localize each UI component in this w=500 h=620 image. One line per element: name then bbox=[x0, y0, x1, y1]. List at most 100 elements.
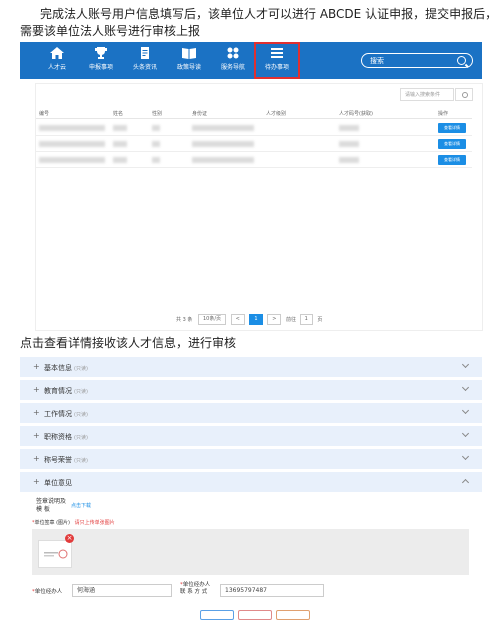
redacted-cell bbox=[192, 141, 254, 147]
accordion-note: (只读) bbox=[74, 366, 88, 372]
accordion-basic-info[interactable]: + 基本信息 (只读) bbox=[20, 357, 482, 378]
accordion-note: (只读) bbox=[74, 412, 88, 418]
action-button[interactable] bbox=[276, 610, 310, 620]
redacted-cell bbox=[39, 125, 105, 131]
plus-icon: + bbox=[33, 385, 40, 394]
seal-label: 单位签章 (图片) bbox=[34, 520, 71, 526]
action-button[interactable] bbox=[238, 610, 272, 620]
accordion-note: (只读) bbox=[74, 389, 88, 395]
plus-icon: + bbox=[33, 408, 40, 417]
chevron-down-icon bbox=[461, 429, 470, 438]
table-search-button[interactable] bbox=[455, 88, 473, 101]
chevron-down-icon bbox=[461, 406, 470, 415]
accordion-note: (只读) bbox=[74, 458, 88, 464]
redacted-cell bbox=[339, 141, 359, 147]
pagination: 共 3 条 10条/页 < 1 > 前往 1 页 bbox=[176, 314, 322, 325]
col-gender: 性别 bbox=[152, 111, 163, 117]
accordion-work[interactable]: + 工作情况 (只读) bbox=[20, 403, 482, 424]
accordion-education[interactable]: + 教育情况 (只读) bbox=[20, 380, 482, 401]
view-details-button[interactable]: 查看详情 bbox=[438, 123, 466, 133]
seal-upload-area[interactable] bbox=[32, 529, 469, 575]
redacted-cell bbox=[339, 125, 359, 131]
col-name: 姓名 bbox=[113, 111, 124, 117]
col-code: 人才码号(获取) bbox=[339, 111, 373, 117]
home-icon bbox=[50, 47, 64, 59]
table-row: 查看详情 bbox=[36, 121, 472, 136]
document-icon bbox=[141, 47, 149, 59]
table-row: 查看详情 bbox=[36, 137, 472, 152]
nav-item-todo[interactable]: 待办事项 bbox=[254, 42, 300, 79]
goto-page-input[interactable]: 1 bbox=[299, 314, 313, 325]
redacted-cell bbox=[192, 125, 254, 131]
nav-search-placeholder: 搜索 bbox=[370, 57, 384, 65]
nav-item-apply[interactable]: 申报事项 bbox=[82, 44, 120, 77]
accordion-title-qualification[interactable]: + 职称资格 (只读) bbox=[20, 426, 482, 447]
chevron-down-icon bbox=[461, 383, 470, 392]
nav-label: 政策导读 bbox=[176, 64, 201, 71]
phone-label-line2: 联 系 方 式 bbox=[180, 589, 208, 595]
accordion-title: 教育情况 bbox=[44, 387, 72, 395]
seal-image-thumbnail bbox=[38, 540, 72, 568]
search-icon[interactable] bbox=[457, 56, 466, 65]
prev-page-button[interactable]: < bbox=[230, 314, 245, 325]
page-number-current[interactable]: 1 bbox=[249, 314, 263, 325]
col-level: 人才级别 bbox=[266, 111, 287, 117]
plus-icon: + bbox=[33, 362, 40, 371]
nav-item-policy[interactable]: 政策导读 bbox=[170, 44, 208, 77]
table-row: 查看详情 bbox=[36, 153, 472, 168]
template-label: 签章说明及 模 板 bbox=[36, 498, 66, 514]
nav-item-talent-cloud[interactable]: 人才云 bbox=[38, 44, 76, 77]
accordion-title: 单位意见 bbox=[44, 479, 72, 487]
chevron-up-icon bbox=[461, 478, 470, 487]
nav-item-service[interactable]: 服务导航 bbox=[214, 44, 252, 77]
redacted-cell bbox=[113, 157, 127, 163]
redacted-cell bbox=[152, 141, 160, 147]
nav-search-input[interactable]: 搜索 bbox=[361, 53, 473, 68]
list-icon bbox=[271, 48, 283, 58]
nav-label: 申报事项 bbox=[88, 64, 113, 71]
nav-label: 头条资讯 bbox=[132, 64, 157, 71]
redacted-cell bbox=[339, 157, 359, 163]
accordion-honors[interactable]: + 称号荣誉 (只读) bbox=[20, 449, 482, 470]
search-icon bbox=[462, 92, 468, 98]
redacted-cell bbox=[39, 157, 105, 163]
download-link[interactable]: 点击下载 bbox=[71, 502, 91, 509]
template-label-line2: 模 板 bbox=[36, 506, 50, 513]
phone-label: *单位经办人 联 系 方 式 bbox=[180, 582, 211, 595]
next-page-button[interactable]: > bbox=[267, 314, 282, 325]
accordion-title: 职称资格 bbox=[44, 433, 72, 441]
remove-image-icon[interactable]: × bbox=[65, 534, 74, 543]
seal-hint: 请只上传单张图片 bbox=[74, 520, 115, 526]
trophy-icon bbox=[95, 47, 107, 59]
phone-label-line1: 单位经办人 bbox=[182, 582, 211, 588]
template-label-line1: 签章说明及 bbox=[36, 498, 67, 505]
view-details-button[interactable]: 查看详情 bbox=[438, 139, 466, 149]
contact-label: 单位经办人 bbox=[34, 589, 63, 595]
action-button[interactable] bbox=[200, 610, 234, 620]
contact-person-input[interactable]: 何海涵 bbox=[72, 584, 172, 597]
col-action: 操作 bbox=[438, 111, 449, 117]
nav-item-news[interactable]: 头条资讯 bbox=[126, 44, 164, 77]
table-search-input[interactable]: 请输入搜索条件 bbox=[400, 88, 454, 101]
nav-label: 服务导航 bbox=[220, 64, 245, 71]
view-details-button[interactable]: 查看详情 bbox=[438, 155, 466, 165]
col-idcard: 身份证 bbox=[192, 111, 208, 117]
seal-image bbox=[44, 549, 68, 559]
accordion-title: 工作情况 bbox=[44, 410, 72, 418]
redacted-cell bbox=[152, 125, 160, 131]
plus-icon: + bbox=[33, 431, 40, 440]
plus-icon: + bbox=[33, 454, 40, 463]
intro-line-2: 需要该单位法人账号进行审核上报 bbox=[20, 24, 201, 38]
redacted-cell bbox=[192, 157, 254, 163]
grid-icon bbox=[227, 47, 239, 59]
book-icon bbox=[182, 48, 196, 59]
contact-phone-input[interactable]: 13695797487 bbox=[220, 584, 324, 597]
accordion-unit-opinion[interactable]: + 单位意见 bbox=[20, 472, 482, 493]
redacted-cell bbox=[113, 125, 127, 131]
redacted-cell bbox=[39, 141, 105, 147]
goto-label: 前往 bbox=[286, 317, 297, 323]
table-header: 编号 姓名 性别 身份证 人才级别 人才码号(获取) 操作 bbox=[36, 108, 472, 119]
pagination-total: 共 3 条 bbox=[176, 317, 193, 323]
page-size-select[interactable]: 10条/页 bbox=[197, 314, 227, 325]
chevron-down-icon bbox=[461, 452, 470, 461]
